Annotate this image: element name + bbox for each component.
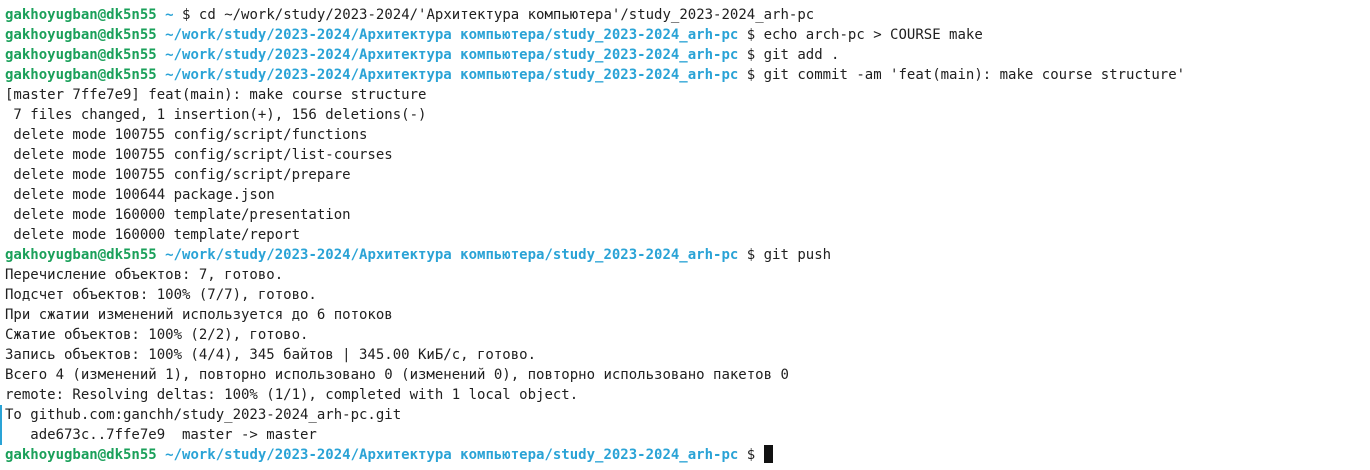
output-line: delete mode 100755 config/script/prepare [5, 167, 351, 183]
text-cursor[interactable] [763, 445, 773, 463]
prompt-user-host: gakhoyugban@dk5n55 [5, 27, 157, 43]
prompt-path: ~/work/study/2023-2024/Архитектура компь… [165, 447, 739, 463]
prompt-path: ~ [165, 7, 174, 23]
output-line: delete mode 100644 package.json [5, 187, 275, 203]
terminal-window[interactable]: gakhoyugban@dk5n55 ~ $ cd ~/work/study/2… [0, 0, 1370, 470]
output-line: delete mode 100755 config/script/functio… [5, 127, 368, 143]
output-line: Всего 4 (изменений 1), повторно использо… [5, 367, 789, 383]
top-clip [0, 0, 1370, 4]
output-line: delete mode 160000 template/presentation [5, 207, 351, 223]
output-line: Запись объектов: 100% (4/4), 345 байтов … [5, 347, 537, 363]
output-line: Сжатие объектов: 100% (2/2), готово. [5, 327, 309, 343]
prompt-user-host: gakhoyugban@dk5n55 [5, 67, 157, 83]
command-text: git commit -am 'feat(main): make course … [763, 67, 1186, 83]
prompt-line: gakhoyugban@dk5n55 ~/work/study/2023-202… [5, 45, 1370, 65]
output-line: delete mode 100755 config/script/list-co… [5, 147, 393, 163]
left-marker-bar [0, 405, 2, 445]
prompt-dollar: $ [746, 47, 756, 63]
prompt-path: ~/work/study/2023-2024/Архитектура компь… [165, 27, 739, 43]
prompt-path: ~/work/study/2023-2024/Архитектура компь… [165, 47, 739, 63]
prompt-line-current[interactable]: gakhoyugban@dk5n55 ~/work/study/2023-202… [5, 445, 1370, 465]
prompt-user-host: gakhoyugban@dk5n55 [5, 247, 157, 263]
prompt-dollar: $ [182, 7, 191, 23]
prompt-dollar: $ [746, 447, 756, 463]
prompt-line: gakhoyugban@dk5n55 ~ $ cd ~/work/study/2… [5, 5, 1370, 25]
output-line: Перечисление объектов: 7, готово. [5, 267, 284, 283]
output-line: ade673c..7ffe7e9 master -> master [5, 427, 317, 443]
output-line: [master 7ffe7e9] feat(main): make course… [5, 87, 427, 103]
output-line: 7 files changed, 1 insertion(+), 156 del… [5, 107, 427, 123]
output-line: To github.com:ganchh/study_2023-2024_arh… [5, 407, 402, 423]
prompt-line: gakhoyugban@dk5n55 ~/work/study/2023-202… [5, 245, 1370, 265]
command-text: git push [763, 247, 832, 263]
prompt-dollar: $ [746, 67, 756, 83]
command-text: git add . [763, 47, 840, 63]
command-text: echo arch-pc > COURSE make [763, 27, 983, 43]
output-line: delete mode 160000 template/report [5, 227, 301, 243]
prompt-path: ~/work/study/2023-2024/Архитектура компь… [165, 247, 739, 263]
output-line: При сжатии изменений используется до 6 п… [5, 307, 393, 323]
output-line: remote: Resolving deltas: 100% (1/1), co… [5, 387, 579, 403]
prompt-user-host: gakhoyugban@dk5n55 [5, 447, 157, 463]
output-line: Подсчет объектов: 100% (7/7), готово. [5, 287, 317, 303]
command-text: cd ~/work/study/2023-2024/'Архитектура к… [198, 7, 815, 23]
prompt-line: gakhoyugban@dk5n55 ~/work/study/2023-202… [5, 25, 1370, 45]
prompt-dollar: $ [746, 247, 756, 263]
prompt-path: ~/work/study/2023-2024/Архитектура компь… [165, 67, 739, 83]
prompt-user-host: gakhoyugban@dk5n55 [5, 7, 157, 23]
prompt-user-host: gakhoyugban@dk5n55 [5, 47, 157, 63]
prompt-line: gakhoyugban@dk5n55 ~/work/study/2023-202… [5, 65, 1370, 85]
prompt-dollar: $ [746, 27, 756, 43]
